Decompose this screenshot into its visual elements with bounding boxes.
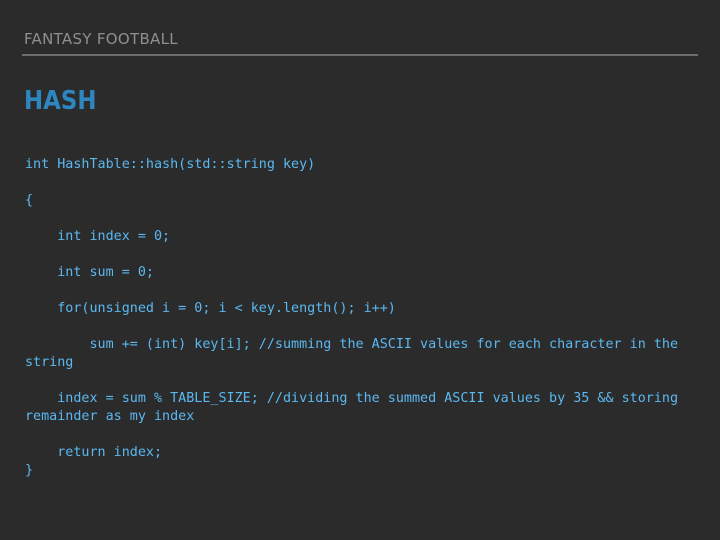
code-line: int index = 0; [25,229,171,244]
code-line: sum += (int) key[i]; //summing the ASCII… [25,337,687,370]
code-line: int sum = 0; [25,265,154,280]
code-line: { [25,193,34,208]
slide-header: FANTASY FOOTBALL [24,30,178,48]
code-line: return index; [25,445,163,460]
code-block: int HashTable::hash(std::string key) { i… [25,156,697,480]
slide-title: HASH [24,86,97,116]
slide: FANTASY FOOTBALL HASH int HashTable::has… [0,0,720,540]
code-line: index = sum % TABLE_SIZE; //dividing the… [25,391,687,424]
code-line: int HashTable::hash(std::string key) [25,157,316,172]
code-line: for(unsigned i = 0; i < key.length(); i+… [25,301,396,316]
header-divider [22,54,698,56]
code-line: } [25,463,34,478]
